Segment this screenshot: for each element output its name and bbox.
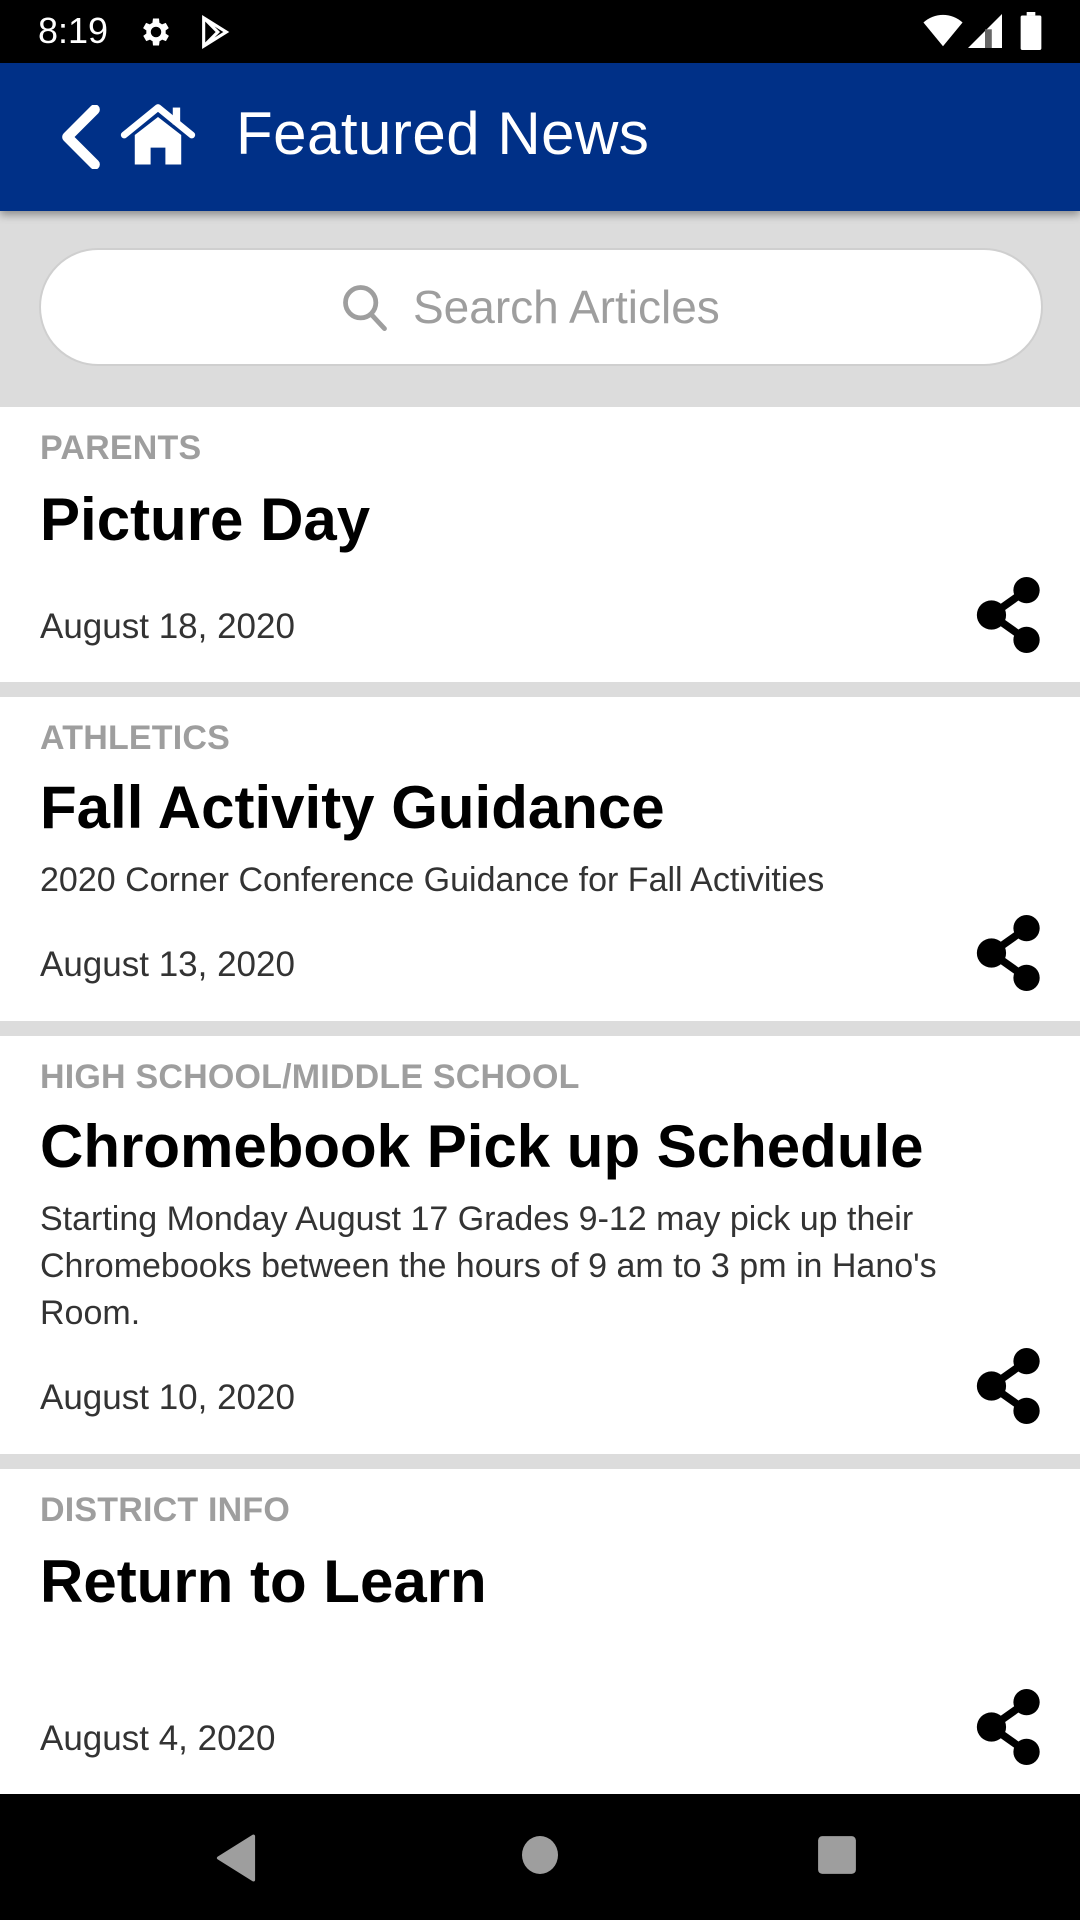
search-box[interactable]: [39, 248, 1043, 366]
article-category: ATHLETICS: [40, 719, 231, 757]
wifi-icon: [923, 14, 963, 47]
article-date: August 10, 2020: [40, 1378, 295, 1417]
article-summary: 2020 Corner Conference Guidance for Fall…: [40, 861, 825, 899]
article-card[interactable]: ATHLETICS Fall Activity Guidance 2020 Co…: [0, 697, 1080, 1021]
article-card[interactable]: PARENTS Picture Day August 18, 2020: [0, 407, 1080, 682]
back-triangle-icon[interactable]: [214, 1834, 258, 1882]
article-date: August 18, 2020: [40, 607, 295, 646]
article-card[interactable]: HIGH SCHOOL/MIDDLE SCHOOL Chromebook Pic…: [0, 1036, 1080, 1454]
home-icon[interactable]: [120, 103, 196, 167]
article-list: PARENTS Picture Day August 18, 2020 ATHL…: [0, 407, 1080, 1809]
article-category: HIGH SCHOOL/MIDDLE SCHOOL: [40, 1058, 580, 1096]
play-store-icon: [202, 15, 230, 49]
article-date: August 13, 2020: [40, 945, 295, 984]
recents-square-icon[interactable]: [816, 1834, 858, 1876]
status-bar: 8:19: [0, 0, 1080, 63]
article-title: Fall Activity Guidance: [40, 774, 665, 841]
gear-icon: [143, 18, 169, 46]
system-nav-bar: [0, 1794, 1080, 1920]
article-title: Picture Day: [40, 486, 371, 553]
article-category: DISTRICT INFO: [40, 1491, 291, 1529]
article-card[interactable]: DISTRICT INFO Return to Learn August 4, …: [0, 1469, 1080, 1809]
article-summary: Starting Monday August 17 Grades 9-12 ma…: [40, 1200, 937, 1332]
share-icon[interactable]: [976, 1348, 1042, 1424]
app-bar: Featured News: [0, 63, 1080, 211]
status-time: 8:19: [38, 10, 109, 51]
chevron-left-icon[interactable]: [58, 105, 104, 169]
article-category: PARENTS: [40, 429, 202, 467]
search-icon: [343, 285, 387, 332]
share-icon[interactable]: [976, 1689, 1042, 1765]
page-title: Featured News: [236, 100, 650, 167]
home-circle-icon[interactable]: [520, 1834, 560, 1876]
share-icon[interactable]: [976, 577, 1042, 653]
article-title: Chromebook Pick up Schedule: [40, 1113, 924, 1180]
search-section: [0, 211, 1080, 407]
search-input[interactable]: [413, 280, 743, 334]
article-date: August 4, 2020: [40, 1719, 276, 1758]
share-icon[interactable]: [976, 915, 1042, 991]
signal-icon: [968, 14, 1002, 48]
battery-icon: [1020, 12, 1042, 50]
article-title: Return to Learn: [40, 1548, 487, 1615]
